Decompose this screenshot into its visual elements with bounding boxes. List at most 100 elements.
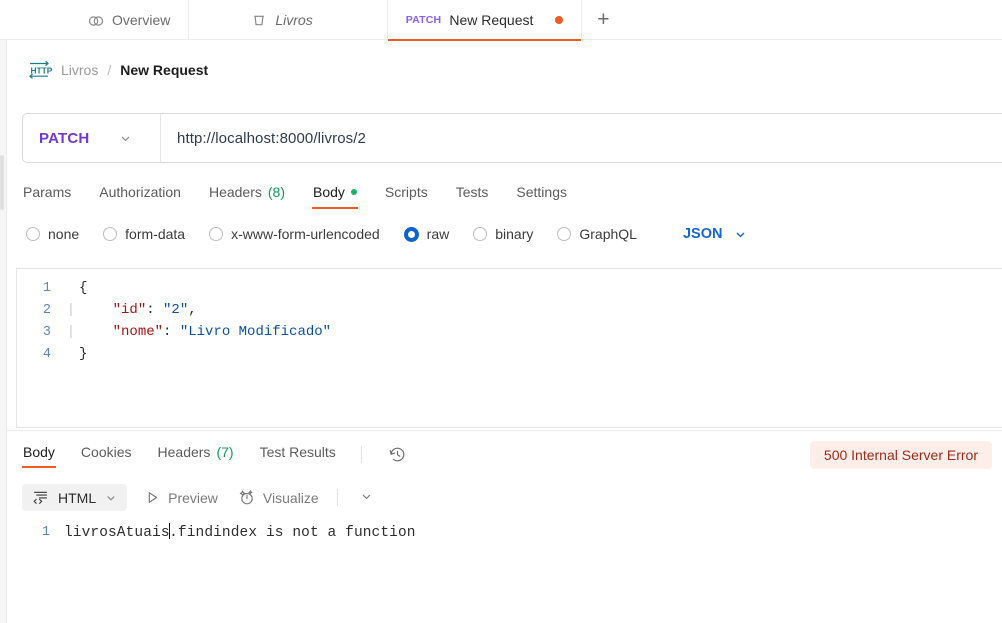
request-tab-authorization[interactable]: Authorization	[98, 178, 182, 209]
tab-new-request[interactable]: PATCH New Request	[387, 0, 583, 41]
breadcrumb-collection[interactable]: Livros	[61, 62, 98, 78]
response-tab-test-results[interactable]: Test Results	[259, 440, 337, 468]
response-toolbar: HTML Preview Visualize	[22, 484, 379, 511]
request-tab-body[interactable]: Body	[312, 178, 358, 209]
tab-livros[interactable]: Livros	[189, 0, 388, 40]
postman-window: Overview Livros PATCH New Request + HTTP	[0, 0, 1002, 623]
radio-raw-selected-icon	[403, 226, 419, 242]
play-icon	[145, 490, 160, 505]
code-line: 2 | "id" : "2" ,	[17, 299, 1002, 321]
body-mode-raw-label: raw	[426, 226, 450, 242]
code-text: {	[79, 280, 88, 296]
status-badge: 500 Internal Server Error	[809, 441, 992, 469]
fold-guide: |	[66, 302, 76, 318]
request-headers-count: (8)	[267, 184, 285, 200]
response-tab-headers-label: Headers	[157, 444, 211, 460]
code-value: "Livro Modificado"	[179, 324, 332, 340]
request-body-editor[interactable]: 1 { 2 | "id" : "2" , 3 | "nome" : "Livro…	[16, 268, 1002, 428]
request-tab-authorization-label: Authorization	[99, 184, 181, 200]
http-icon: HTTP	[26, 58, 52, 82]
body-mode-graphql-label: GraphQL	[579, 226, 637, 242]
body-mode-raw[interactable]: raw	[403, 226, 450, 242]
pane-divider[interactable]	[7, 430, 1002, 431]
sidebar-collapsed-rail	[0, 40, 7, 623]
radio-none-icon	[26, 227, 40, 241]
request-tab-settings[interactable]: Settings	[515, 178, 568, 209]
body-mode-none[interactable]: none	[26, 226, 79, 242]
body-mode-binary[interactable]: binary	[473, 226, 533, 242]
code-line: 3 | "nome" : "Livro Modificado"	[17, 321, 1002, 343]
preview-button[interactable]: Preview	[143, 486, 220, 510]
response-tab-body-label: Body	[23, 444, 55, 460]
request-tab-headers-label: Headers	[208, 184, 262, 200]
response-tab-cookies[interactable]: Cookies	[80, 440, 133, 468]
tab-new-request-label: New Request	[449, 12, 534, 28]
response-text-before-caret: livrosAtuais	[64, 525, 170, 541]
response-body-viewer[interactable]: 1 livrosAtuais.findindex is not a functi…	[16, 520, 1002, 620]
body-mode-urlencoded-label: x-www-form-urlencoded	[231, 226, 380, 242]
response-body-text: livrosAtuais.findindex is not a function	[64, 523, 416, 541]
http-method-label: PATCH	[39, 129, 90, 147]
request-tab-params[interactable]: Params	[22, 178, 72, 209]
breadcrumb: HTTP Livros / New Request	[26, 58, 208, 82]
request-tab-headers[interactable]: Headers (8)	[208, 178, 286, 209]
radio-binary-icon	[473, 227, 488, 241]
unsaved-changes-dot	[555, 16, 564, 24]
tab-bar: Overview Livros PATCH New Request +	[0, 0, 1002, 41]
raw-format-label: JSON	[682, 226, 723, 242]
request-tab-scripts-label: Scripts	[384, 184, 428, 200]
response-headers-count: (7)	[216, 444, 234, 460]
body-mode-none-label: none	[48, 226, 80, 242]
request-tab-scripts[interactable]: Scripts	[384, 178, 429, 209]
visualize-button[interactable]: Visualize	[236, 485, 321, 510]
code-line: 4 }	[17, 343, 1002, 365]
body-mode-graphql[interactable]: GraphQL	[557, 226, 637, 242]
breadcrumb-current: New Request	[120, 62, 209, 78]
url-input[interactable]	[161, 129, 1002, 147]
overview-icon	[88, 12, 104, 28]
tab-overview[interactable]: Overview	[0, 0, 190, 40]
line-number: 1	[42, 280, 51, 296]
tab-livros-label: Livros	[275, 12, 313, 28]
request-tab-body-label: Body	[313, 184, 345, 200]
response-tab-headers[interactable]: Headers (7)	[157, 440, 235, 468]
code-line: 1 {	[17, 277, 1002, 299]
history-clock-icon[interactable]	[386, 443, 409, 466]
http-method-dropdown[interactable]: PATCH	[23, 114, 161, 162]
response-tab-cookies-label: Cookies	[80, 444, 132, 460]
response-tab-test-results-label: Test Results	[259, 444, 336, 460]
code-text: }	[79, 346, 88, 362]
breadcrumb-separator: /	[107, 62, 112, 78]
line-number: 4	[42, 346, 51, 362]
body-mode-urlencoded[interactable]: x-www-form-urlencoded	[209, 226, 380, 242]
preview-label: Preview	[168, 489, 218, 506]
code-key: "id"	[112, 302, 147, 318]
new-tab-button[interactable]: +	[582, 0, 624, 40]
body-mode-group: none form-data x-www-form-urlencoded raw…	[26, 226, 747, 242]
response-tab-body[interactable]: Body	[22, 440, 56, 468]
line-number: 2	[42, 302, 51, 318]
response-format-dropdown[interactable]: HTML	[22, 484, 128, 511]
url-bar: PATCH	[22, 113, 1002, 163]
visualize-label: Visualize	[262, 489, 319, 506]
response-more-options-chevron-down-icon[interactable]	[354, 486, 379, 510]
body-present-dot	[350, 189, 357, 195]
response-text-after-caret: .findindex is not a function	[169, 525, 416, 541]
code-colon: :	[146, 302, 164, 318]
request-tab-tests[interactable]: Tests	[455, 178, 490, 209]
code-colon: :	[163, 324, 180, 340]
collection-icon	[251, 12, 267, 28]
sidebar-scrollbar[interactable]	[0, 155, 4, 210]
request-tab-params-label: Params	[23, 184, 72, 200]
chevron-down-icon	[105, 492, 117, 504]
request-tab-tests-label: Tests	[455, 184, 489, 200]
radio-form-data-icon	[103, 227, 118, 241]
fold-guide: |	[66, 324, 76, 340]
body-mode-form-data[interactable]: form-data	[103, 226, 185, 242]
chevron-down-icon	[119, 132, 132, 145]
raw-format-dropdown[interactable]: JSON	[683, 226, 748, 242]
svg-text:HTTP: HTTP	[31, 66, 53, 76]
body-mode-binary-label: binary	[495, 226, 534, 242]
code-key: "nome"	[112, 324, 164, 340]
